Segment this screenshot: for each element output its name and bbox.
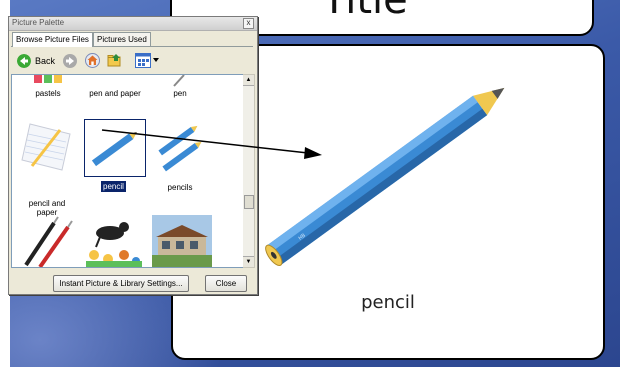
pen-label: pen	[173, 89, 187, 98]
home-icon[interactable]	[85, 53, 100, 68]
back-label: Back	[35, 56, 56, 66]
close-button[interactable]: Close	[205, 275, 247, 292]
picture-palette-window[interactable]: Picture Palette x Browse Picture Files P…	[8, 16, 258, 295]
pens-icon[interactable]	[20, 215, 76, 267]
building-photo-icon[interactable]	[152, 215, 212, 267]
pen-thumbnail[interactable]	[172, 75, 192, 87]
pencil-and-paper-thumbnail[interactable]	[20, 120, 74, 172]
palette-toolbar: Back	[11, 49, 253, 73]
picture-library-settings-button[interactable]: Instant Picture & Library Settings...	[53, 275, 189, 292]
pencil-thumbnail	[91, 132, 137, 167]
folder-up-icon[interactable]	[107, 53, 122, 68]
pastels-label: pastels	[35, 89, 61, 98]
picture-browser-grid[interactable]: pastels pen and paper pen pencil and pap…	[11, 74, 245, 268]
pencils-label: pencils	[167, 183, 193, 192]
dog-flowers-icon[interactable]	[84, 215, 144, 267]
palette-title: Picture Palette	[12, 18, 65, 27]
title-card-text: Title	[322, 0, 408, 23]
dropdown-arrow-icon[interactable]	[153, 58, 159, 63]
scroll-up-icon[interactable]: ▲	[243, 75, 254, 86]
pencils-thumbnail[interactable]	[150, 120, 210, 172]
close-icon[interactable]: x	[243, 18, 254, 29]
scroll-down-icon[interactable]: ▼	[243, 256, 254, 267]
tab-pictures-used[interactable]: Pictures Used	[93, 32, 151, 47]
back-arrow-icon	[17, 54, 31, 68]
scrollbar-thumb[interactable]	[244, 195, 254, 209]
back-button[interactable]: Back	[15, 52, 59, 70]
pencil-label-selected: pencil	[101, 181, 126, 192]
tab-browse-picture-files[interactable]: Browse Picture Files	[12, 32, 93, 47]
palette-titlebar[interactable]: Picture Palette x	[9, 17, 257, 31]
pencil-caption: pencil	[361, 292, 415, 313]
grid-scrollbar[interactable]: ▲ ▼	[243, 74, 255, 268]
pencil-thumbnail-selected[interactable]	[84, 119, 146, 177]
pen-and-paper-label: pen and paper	[89, 89, 141, 98]
view-thumbnails-icon[interactable]	[135, 53, 151, 68]
pastels-thumbnail[interactable]	[30, 75, 70, 85]
pencil-picture: HB	[265, 87, 505, 266]
forward-arrow-icon[interactable]	[63, 54, 77, 68]
